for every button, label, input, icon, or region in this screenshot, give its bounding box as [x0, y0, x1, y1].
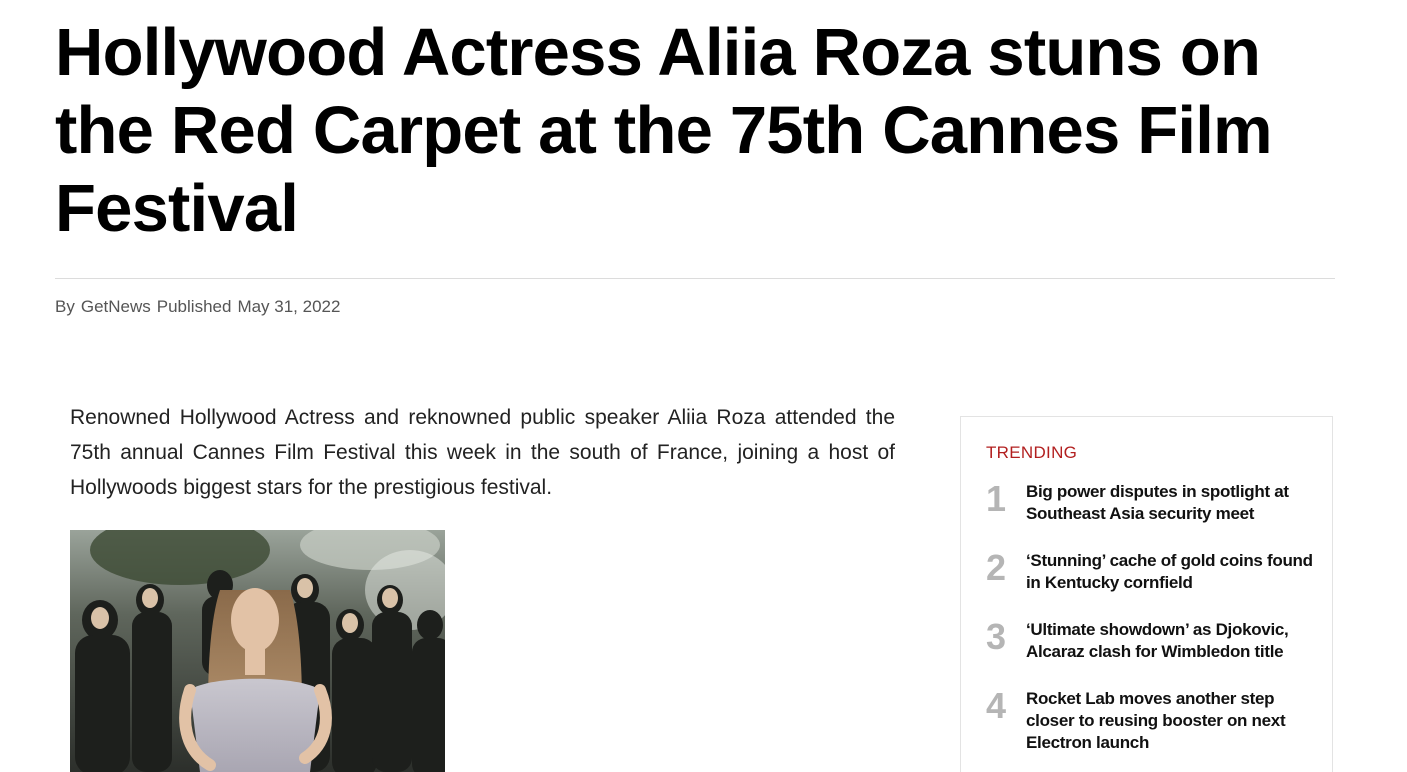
red-carpet-photo-image	[70, 530, 445, 772]
byline-by-label: By	[55, 297, 75, 316]
trending-rank-number: 2	[986, 547, 1007, 588]
publish-date: May 31, 2022	[237, 297, 341, 316]
trending-headline-link[interactable]: Big power disputes in spotlight at South…	[1026, 481, 1316, 525]
author-link[interactable]: GetNews	[81, 297, 151, 316]
published-label: Published	[156, 297, 232, 316]
article-byline: By GetNews Published May 31, 2022	[55, 296, 346, 318]
trending-rank-number: 3	[986, 616, 1007, 657]
article-photo	[70, 530, 445, 772]
article-page: Hollywood Actress Aliia Roza stuns on th…	[0, 0, 1407, 772]
article-intro-paragraph: Renowned Hollywood Actress and reknowned…	[70, 406, 895, 499]
trending-title: TRENDING	[986, 443, 1078, 462]
trending-headline-link[interactable]: ‘Ultimate showdown’ as Djokovic, Alcaraz…	[1026, 619, 1316, 663]
trending-sidebar: TRENDING 1 Big power disputes in spotlig…	[960, 416, 1333, 772]
article-headline: Hollywood Actress Aliia Roza stuns on th…	[55, 15, 1273, 246]
trending-rank-number: 4	[986, 685, 1007, 726]
trending-rank-number: 1	[986, 478, 1007, 519]
trending-headline-link[interactable]: Rocket Lab moves another step closer to …	[1026, 688, 1316, 754]
header-divider	[55, 278, 1335, 279]
trending-headline-link[interactable]: ‘Stunning’ cache of gold coins found in …	[1026, 550, 1316, 594]
